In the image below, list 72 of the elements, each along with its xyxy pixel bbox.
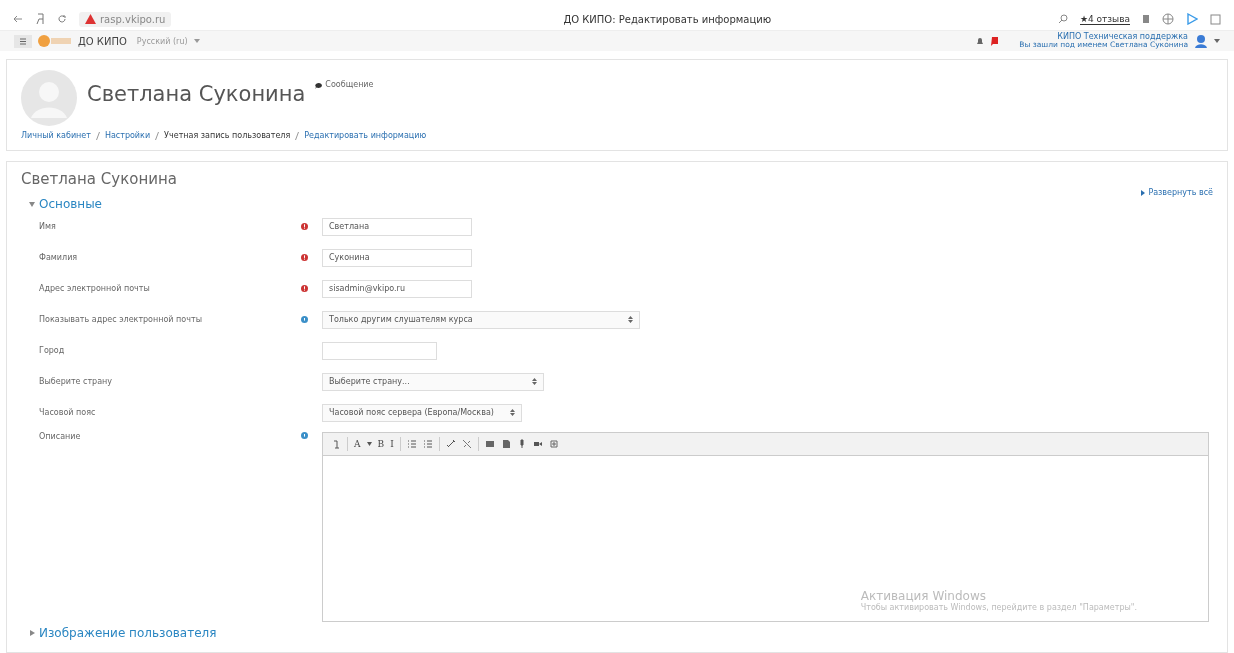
breadcrumb-item[interactable]: Настройки	[104, 131, 151, 140]
input-field[interactable]: Светлана	[322, 217, 472, 236]
message-link[interactable]: Сообщение	[325, 80, 374, 89]
activation-title: Активация Windows	[860, 589, 987, 603]
field-label: Выберите страну	[39, 377, 114, 386]
back-icon[interactable]	[12, 14, 23, 24]
document-icon[interactable]	[500, 439, 511, 449]
profile-name: Светлана Суконина	[87, 82, 306, 106]
section-toggle-icon[interactable]	[29, 630, 35, 636]
breadcrumb-item[interactable]: Личный кабинет	[21, 131, 91, 140]
page-title: ДО КИПО: Редактировать информацию	[563, 13, 773, 25]
breadcrumb-item: Учетная запись пользователя	[164, 131, 291, 140]
browser-logo-icon[interactable]	[35, 13, 45, 25]
field-label: Описание	[39, 432, 82, 441]
toolbar-button[interactable]: B	[377, 439, 385, 449]
field-label: Показывать адрес электронной почты	[39, 315, 203, 324]
files-icon[interactable]	[548, 439, 559, 449]
site-logo-icon[interactable]	[38, 34, 72, 48]
form-title: Светлана Суконина	[21, 170, 178, 188]
site-name[interactable]: ДО КИПО	[78, 35, 127, 47]
collapse-icon[interactable]	[331, 439, 341, 449]
field-label: Имя	[39, 222, 57, 231]
globe-icon[interactable]	[1162, 13, 1174, 25]
toolbar-button[interactable]: I	[390, 439, 394, 449]
toolbar-button[interactable]: A	[354, 439, 361, 449]
help-icon[interactable]	[301, 432, 308, 439]
warning-icon	[85, 14, 96, 24]
expand-all-link[interactable]: Развернуть всё	[1148, 188, 1213, 197]
bookmark-icon[interactable]	[1142, 14, 1150, 24]
caret-icon[interactable]	[1214, 39, 1220, 43]
speech-bubble-icon	[315, 83, 323, 89]
select-field[interactable]: Часовой пояс сервера (Европа/Москва)	[322, 403, 522, 422]
field-label: Часовой пояс	[39, 408, 97, 417]
chat-icon[interactable]	[990, 35, 1000, 47]
dropdown-arrows-icon[interactable]	[510, 409, 515, 416]
breadcrumb-item[interactable]: Редактировать информацию	[304, 131, 427, 140]
expand-icon[interactable]	[1141, 189, 1146, 196]
select-field[interactable]: Выберите страну...	[322, 372, 544, 391]
breadcrumb-separator-icon	[295, 131, 300, 140]
caret-icon[interactable]	[366, 442, 372, 446]
section-toggle-icon[interactable]	[29, 201, 35, 207]
list-icon[interactable]	[422, 439, 433, 449]
avatar-icon[interactable]	[1194, 34, 1208, 48]
window-icon[interactable]	[1210, 13, 1222, 25]
reload-icon[interactable]	[57, 14, 67, 24]
section-title[interactable]: Изображение пользователя	[39, 626, 217, 640]
field-label: Фамилия	[39, 253, 79, 262]
menu-icon[interactable]	[14, 34, 32, 48]
dropdown-arrows-icon[interactable]	[532, 378, 537, 385]
video-camera-icon[interactable]	[532, 439, 543, 449]
play-icon[interactable]	[1186, 13, 1198, 25]
input-field[interactable]	[322, 341, 437, 360]
user-name[interactable]: КИПО Техническая поддержка	[1057, 32, 1188, 42]
input-field[interactable]: sisadmin@vkipo.ru	[322, 279, 472, 298]
help-icon[interactable]	[301, 316, 308, 323]
reviews-button[interactable]: ★4 отзыва	[1079, 13, 1130, 25]
breadcrumb-separator-icon	[155, 131, 160, 140]
input-field[interactable]: Суконина	[322, 248, 472, 267]
select-field[interactable]: Только другим слушателям курса	[322, 310, 640, 329]
bell-icon[interactable]	[976, 36, 985, 46]
field-label: Адрес электронной почты	[39, 284, 151, 293]
search-icon[interactable]	[1057, 14, 1068, 24]
image-icon[interactable]	[484, 439, 495, 449]
link-icon[interactable]	[445, 439, 456, 449]
list-icon[interactable]	[406, 439, 417, 449]
unlink-icon[interactable]	[461, 439, 472, 449]
section-title[interactable]: Основные	[39, 197, 102, 211]
avatar-icon	[21, 70, 77, 126]
dropdown-arrows-icon[interactable]	[628, 316, 633, 323]
field-label: Город	[39, 346, 66, 355]
breadcrumb-separator-icon	[95, 131, 100, 140]
activation-text: Чтобы активировать Windows, перейдите в раздел "Параметры".	[860, 603, 1137, 612]
